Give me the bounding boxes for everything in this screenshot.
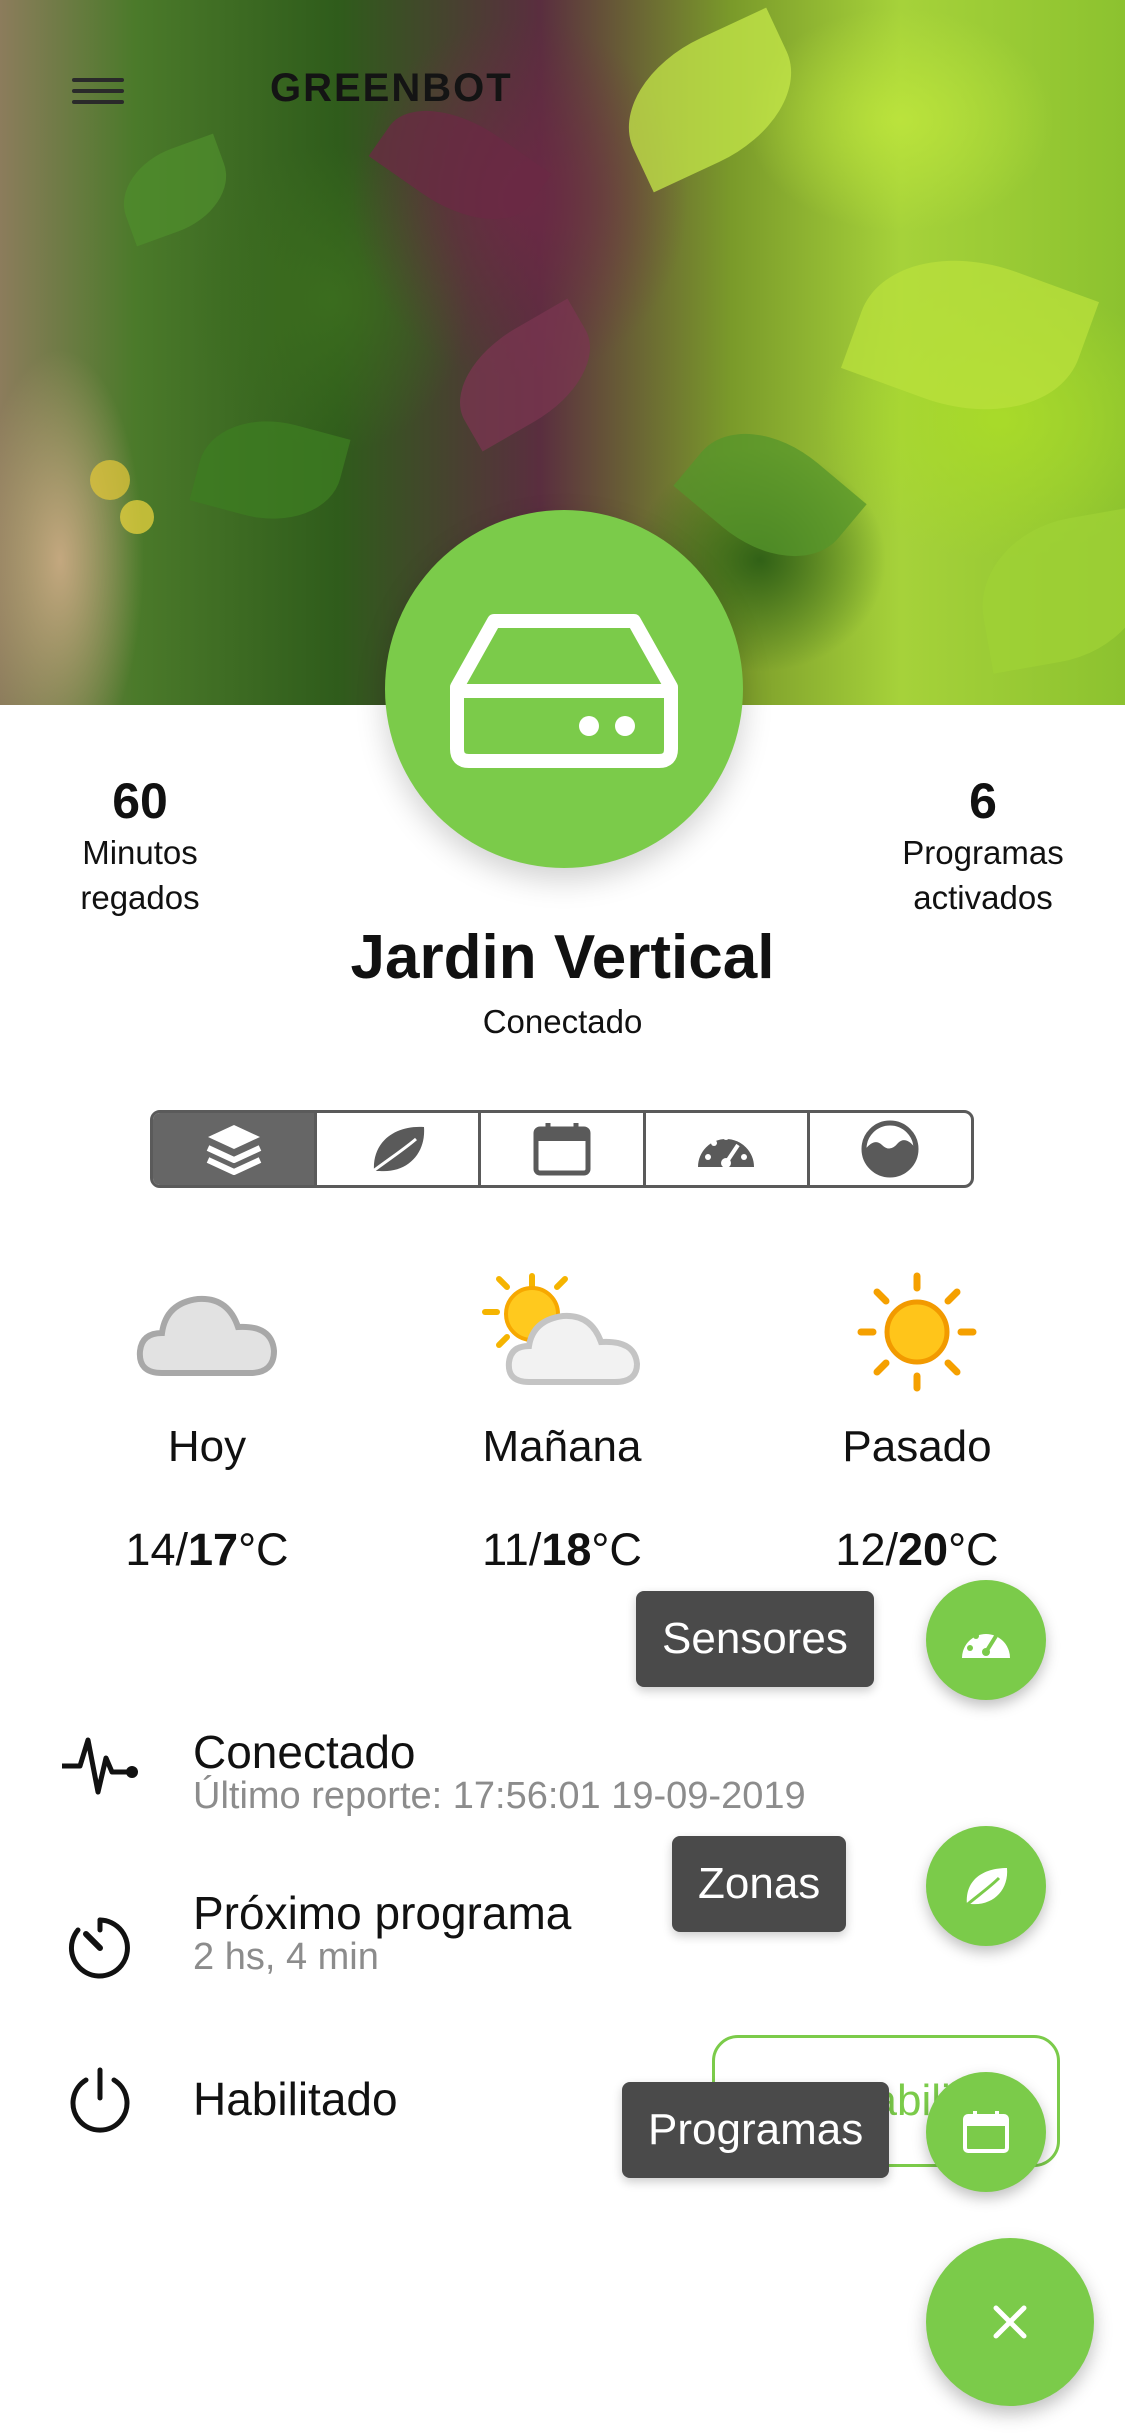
weather-temp: 14/17°C [125,1524,289,1575]
speed-dial-close-button[interactable] [926,2238,1094,2406]
programs-fab[interactable] [926,2072,1046,2192]
section-tabs [150,1110,974,1188]
sun-icon [857,1272,977,1392]
connection-subtitle: Último reporte: 17:56:01 19-09-2019 [193,1775,806,1817]
next-program-title: Próximo programa [193,1887,572,1939]
timer-icon [69,1917,130,1979]
cloud-icon [136,1295,278,1376]
weather-day: Pasado [842,1422,992,1471]
stat-minutes: 60 Minutos regados [40,772,240,920]
gauge-icon [962,1627,1010,1658]
leaf-icon [366,1126,424,1177]
connection-row: Conectado Último reporte: 17:56:01 19-09… [60,1725,960,1825]
enabled-title: Habilitado [193,2073,398,2125]
stat-minutes-label-2: regados [80,879,200,916]
tab-programs[interactable] [481,1113,646,1185]
partly-sunny-icon [482,1273,641,1385]
app-title: GREENBOT [270,66,513,110]
weather-temp: 12/20°C [835,1524,999,1575]
sensors-fab[interactable] [926,1580,1046,1700]
device-avatar [385,510,743,868]
tab-overview[interactable] [153,1113,318,1185]
weather-day: Hoy [167,1422,247,1471]
tab-moisture[interactable] [810,1113,971,1185]
stat-minutes-label-1: Minutos [82,834,198,871]
sensors-label[interactable]: Sensores [636,1591,874,1687]
server-icon [450,614,678,768]
close-icon [993,2305,1027,2339]
power-icon [70,2067,130,2133]
hamburger-icon [72,78,124,82]
stat-programs: 6 Programas activados [868,772,1098,920]
weather-after-tomorrow: Pasado 12/20°C [767,1262,1067,1576]
tab-sensors[interactable] [646,1113,810,1185]
programs-label[interactable]: Programas [622,2082,890,2178]
moisture-icon [861,1120,919,1178]
weather-day: Mañana [482,1422,642,1471]
menu-button[interactable] [72,78,124,104]
weather-temp: 11/18°C [482,1524,642,1575]
device-status: Conectado [482,1003,643,1040]
tab-zones[interactable] [317,1113,482,1185]
pulse-icon [62,1737,138,1795]
calendar-icon [533,1123,591,1176]
stat-minutes-value: 60 [112,773,168,829]
stat-programs-value: 6 [969,773,997,829]
gauge-icon [698,1134,755,1168]
weather-tomorrow: Mañana 11/18°C [412,1262,712,1576]
leaf-icon [962,1868,1008,1908]
zones-fab[interactable] [926,1826,1046,1946]
stat-programs-label-1: Programas [902,834,1064,871]
calendar-icon [963,2111,1009,2153]
device-name: Jardin Vertical [350,923,775,992]
next-program-subtitle: 2 hs, 4 min [193,1936,379,1978]
zones-label[interactable]: Zonas [672,1836,847,1932]
weather-today: Hoy 14/17°C [57,1262,357,1576]
stat-programs-label-2: activados [913,879,1053,916]
connection-title: Conectado [193,1726,416,1778]
layers-icon [206,1125,261,1175]
